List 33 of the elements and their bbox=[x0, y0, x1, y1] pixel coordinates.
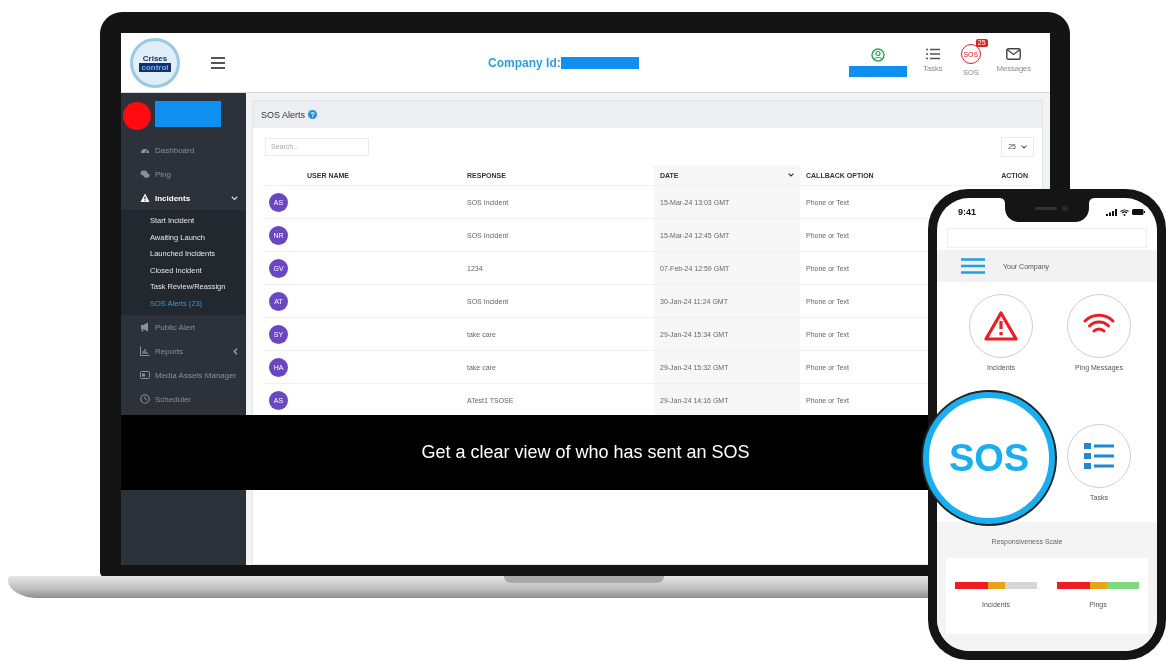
chat-icon bbox=[140, 169, 150, 179]
bar-chart-icon bbox=[140, 346, 150, 356]
warning-icon bbox=[984, 309, 1018, 343]
chevron-left-icon bbox=[233, 347, 238, 355]
card-icon bbox=[140, 370, 150, 380]
battery-icon bbox=[1132, 209, 1145, 215]
caption-text: Get a clear view of who has sent an SOS bbox=[421, 442, 750, 463]
user-icon[interactable] bbox=[870, 48, 885, 62]
chevron-down-icon bbox=[1021, 144, 1027, 149]
sidebar-item[interactable]: Incidents bbox=[121, 186, 246, 210]
chevron-down-icon bbox=[788, 173, 794, 177]
clock-icon bbox=[140, 394, 150, 404]
company-label: Company Id: bbox=[488, 55, 561, 70]
sidebar-item[interactable]: Media Assets Manager bbox=[121, 363, 246, 387]
list-icon[interactable] bbox=[925, 48, 940, 60]
redacted-block bbox=[155, 100, 221, 127]
wifi-icon bbox=[1120, 208, 1129, 216]
signal-icon bbox=[1106, 208, 1117, 216]
status-time: 9:41 bbox=[958, 207, 976, 217]
sidebar-item[interactable]: Scheduler bbox=[121, 387, 246, 411]
panel-title: SOS Alerts bbox=[261, 109, 305, 120]
warning-icon bbox=[140, 193, 150, 203]
redacted-block bbox=[848, 66, 907, 77]
sidebar-item[interactable]: Ping bbox=[121, 162, 246, 186]
megaphone-icon bbox=[140, 322, 150, 332]
avatar bbox=[123, 101, 151, 130]
envelope-icon[interactable] bbox=[1006, 48, 1022, 60]
sidebar-item[interactable]: Public Alert bbox=[121, 315, 246, 339]
menu-icon[interactable] bbox=[211, 56, 225, 69]
logo[interactable]: Crises control bbox=[130, 37, 180, 88]
sidebar-item[interactable]: Dashboard bbox=[121, 138, 246, 162]
chevron-down-icon bbox=[231, 195, 238, 201]
sidebar-item[interactable]: Reports bbox=[121, 339, 246, 363]
